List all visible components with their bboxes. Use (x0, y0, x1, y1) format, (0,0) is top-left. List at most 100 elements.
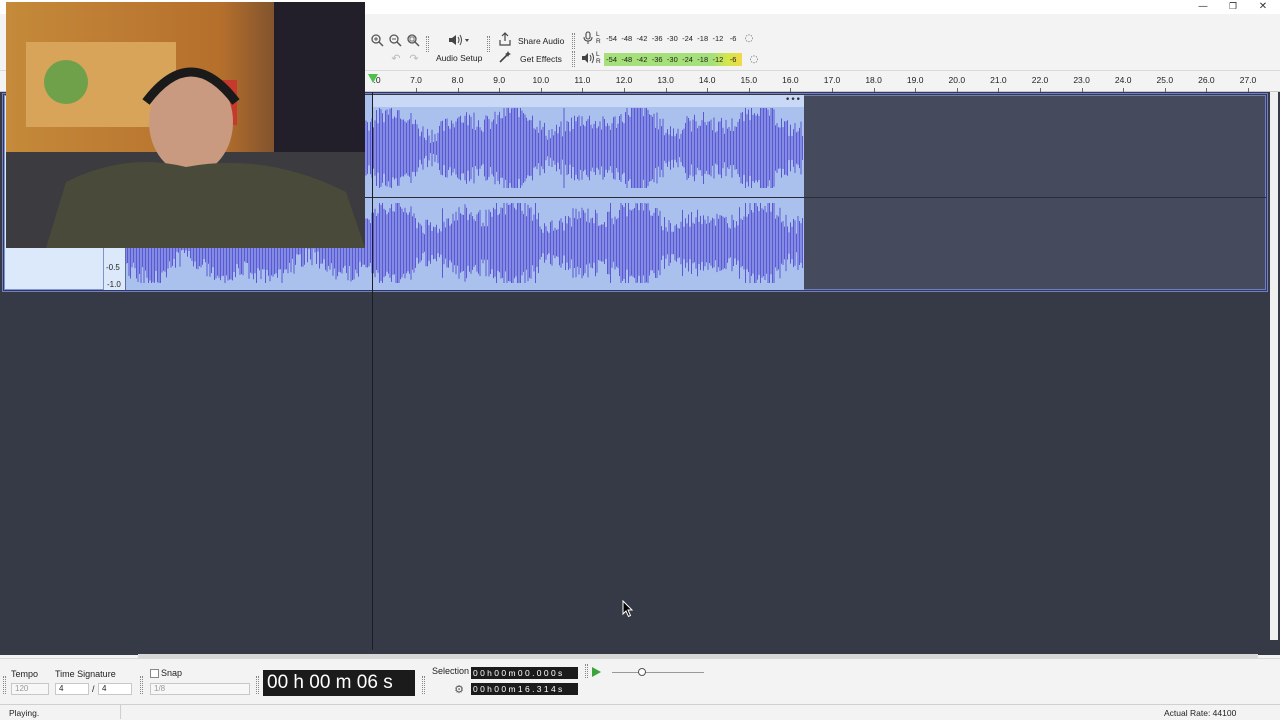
ruler-tick-mark (499, 88, 501, 92)
ruler-tick-label: 20.0 (948, 75, 966, 85)
meter-tick-label: -12 (712, 34, 724, 43)
status-bar (0, 704, 1280, 720)
meter-tick-label: -48 (621, 34, 633, 43)
redo-icon[interactable]: ↷ (406, 51, 422, 67)
ruler-tick-label: 19.0 (906, 75, 924, 85)
ruler-tick-mark (707, 88, 709, 92)
ruler-tick-mark (998, 88, 1000, 92)
ruler-tick-label: 11.0 (574, 75, 591, 85)
meter-tick-label: -48 (621, 55, 633, 64)
webcam-overlay (6, 2, 365, 248)
play-speed-slider-thumb[interactable] (638, 668, 646, 676)
time-signature-slash: / (92, 684, 95, 694)
ruler-tick-mark (540, 88, 542, 92)
mouse-pointer-icon (622, 600, 634, 618)
zoom-out-icon[interactable] (387, 33, 403, 49)
audio-setup-label[interactable]: Audio Setup (436, 53, 482, 63)
record-meter-scale[interactable]: -54 -48 -42 -36 -30 -24 -18 -12 -6 (604, 32, 741, 45)
selection-end-time[interactable]: 0 0 h 0 0 m 1 6 . 3 1 4 s (471, 683, 578, 695)
meter-tick-label: -24 (682, 55, 693, 64)
ruler-tick-label: 18.0 (865, 75, 882, 85)
play-head-marker-icon[interactable] (368, 74, 378, 83)
playback-meter-channel-l: L (596, 51, 600, 58)
toolbar-grip[interactable] (572, 51, 575, 67)
ruler-tick-label: 8.0 (451, 75, 464, 85)
tempo-input[interactable]: 120 (11, 683, 49, 695)
status-text: Playing. (9, 708, 40, 718)
ruler-tick-mark (582, 88, 584, 92)
tempo-label: Tempo (11, 669, 39, 679)
record-meter-options-icon[interactable]: ◌ (741, 31, 757, 47)
record-meter-channel-l: L (596, 31, 600, 38)
toolbar-grip[interactable] (256, 676, 259, 694)
meter-tick-label: -42 (636, 55, 648, 64)
share-audio-button[interactable]: Share Audio (518, 36, 564, 46)
playback-meter-options-icon[interactable]: ◌ (746, 52, 762, 68)
share-audio-icon[interactable] (497, 32, 513, 48)
snap-label[interactable]: Snap (161, 668, 182, 678)
microphone-icon[interactable] (580, 31, 596, 47)
ruler-tick-label: 23.0 (1073, 75, 1090, 85)
time-signature-denominator[interactable]: 4 (98, 683, 132, 695)
meter-tick-label: -36 (651, 55, 663, 64)
toolbar-grip[interactable] (3, 676, 6, 694)
snap-select[interactable]: 1/8 (150, 683, 250, 695)
ruler-tick-mark (665, 88, 667, 92)
undo-icon[interactable]: ↶ (388, 51, 404, 67)
ruler-tick-label: 14.0 (698, 75, 716, 85)
zoom-in-icon[interactable] (369, 33, 385, 49)
meter-tick-label: -12 (712, 55, 724, 64)
ruler-tick-label: 27.0 (1239, 75, 1257, 85)
meter-tick-label: -42 (636, 34, 648, 43)
meter-tick-label: -36 (651, 34, 663, 43)
close-button[interactable]: ✕ (1248, 0, 1278, 14)
ruler-tick-mark (1123, 88, 1125, 92)
toolbar-grip[interactable] (422, 676, 425, 694)
toolbar-grip[interactable] (572, 33, 575, 49)
ruler-tick-mark (873, 88, 875, 92)
ruler-tick-label: 17.0 (823, 75, 841, 85)
ruler-tick-label: 26.0 (1198, 75, 1215, 85)
time-display[interactable]: 00 h 00 m 06 s (263, 670, 415, 696)
ruler-tick-mark (790, 88, 792, 92)
play-at-speed-icon[interactable] (592, 667, 601, 677)
toolbar-grip[interactable] (140, 676, 143, 694)
ruler-tick-mark (956, 88, 958, 92)
speaker-icon[interactable] (580, 51, 596, 67)
selection-start-time[interactable]: 0 0 h 0 0 m 0 0 . 0 0 0 s (471, 667, 578, 679)
ruler-tick-mark (416, 88, 417, 92)
playback-meter-scale[interactable]: -54 -48 -42 -36 -30 -24 -18 -12 -6 (604, 53, 741, 66)
toolbar-grip[interactable] (585, 664, 588, 678)
ruler-tick-label: 25.0 (1156, 75, 1174, 85)
ruler-tick-label: 21.0 (990, 75, 1007, 85)
time-signature-numerator[interactable]: 4 (55, 683, 89, 695)
bottom-toolbar (0, 658, 1280, 704)
ruler-tick-mark (915, 88, 917, 92)
toolbar-grip[interactable] (426, 36, 429, 52)
snap-checkbox[interactable] (150, 669, 159, 678)
meter-tick-label: -6 (729, 34, 737, 43)
meter-tick-label: -24 (682, 34, 693, 43)
ruler-tick-mark (748, 88, 750, 92)
meter-tick-label: -18 (697, 55, 709, 64)
ruler-tick-label: 12.0 (615, 75, 633, 85)
play-speed-slider[interactable] (612, 672, 704, 673)
minimize-button[interactable]: — (1188, 0, 1218, 14)
ruler-tick-label: 10.0 (532, 75, 550, 85)
ruler-tick-mark (457, 88, 459, 92)
zoom-toggle-icon[interactable] (405, 33, 421, 49)
clip-menu-icon[interactable]: ••• (785, 95, 801, 107)
get-effects-button[interactable]: Get Effects (520, 54, 562, 64)
ruler-tick-mark (1040, 88, 1041, 92)
vertical-scrollbar[interactable] (1270, 92, 1278, 640)
restore-button[interactable]: ❐ (1218, 0, 1248, 14)
ruler-tick-mark (1164, 88, 1166, 92)
meter-tick-label: -6 (729, 55, 737, 64)
ruler-tick-label: 24.0 (1114, 75, 1132, 85)
selection-settings-icon[interactable]: ⚙ (451, 682, 467, 698)
meter-tick-label: -18 (697, 34, 709, 43)
ruler-tick-label: 22.0 (1031, 75, 1049, 85)
toolbar-grip[interactable] (487, 36, 490, 52)
get-effects-icon[interactable] (497, 50, 513, 66)
audio-setup-icon[interactable] (446, 33, 472, 49)
